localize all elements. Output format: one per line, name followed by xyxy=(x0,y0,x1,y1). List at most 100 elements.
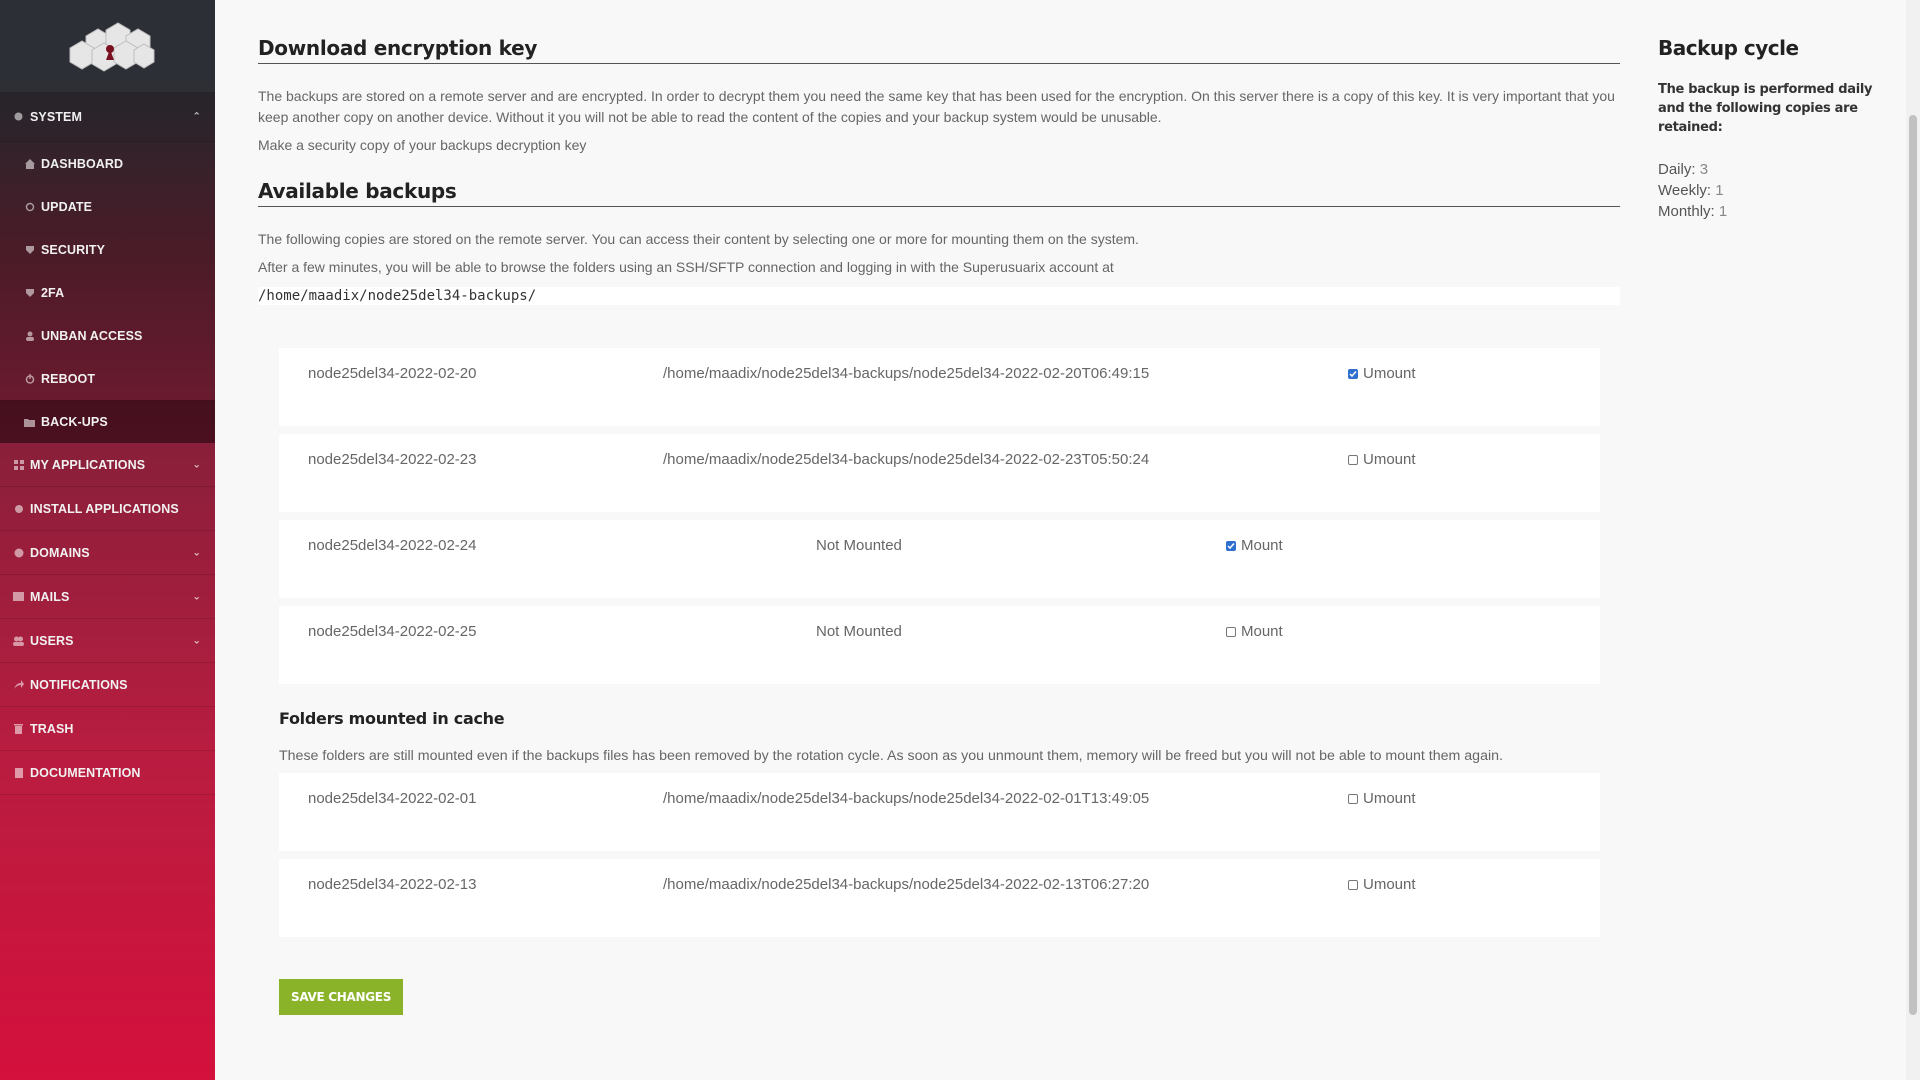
sidebar-item-label: REBOOT xyxy=(41,371,96,386)
book-icon xyxy=(13,767,24,778)
chevron-down-icon: ⌄ xyxy=(192,459,201,470)
backup-name: node25del34-2022-02-25 xyxy=(308,623,477,640)
sidebar-item-reboot[interactable]: REBOOT xyxy=(0,357,215,400)
chevron-down-icon: ⌄ xyxy=(192,591,201,602)
monthly-value: 1 xyxy=(1718,203,1728,220)
backup-row: node25del34-2022-02-24 Not Mounted Mount xyxy=(279,520,1600,598)
sidebar-item-2fa[interactable]: 2FA xyxy=(0,271,215,314)
sidebar-item-label: DOCUMENTATION xyxy=(30,765,141,780)
mount-checkbox[interactable]: Mount xyxy=(1226,537,1283,554)
backup-name: node25del34-2022-02-01 xyxy=(308,790,477,807)
sidebar-item-label: MY APPLICATIONS xyxy=(30,457,146,472)
checkbox-checked-icon xyxy=(1348,368,1358,379)
chevron-down-icon: ⌄ xyxy=(192,635,201,646)
sidebar-item-domains[interactable]: DOMAINS ⌄ xyxy=(0,531,215,575)
sidebar-item-documentation[interactable]: DOCUMENTATION xyxy=(0,751,215,795)
umount-checkbox[interactable]: Umount xyxy=(1348,365,1416,382)
backup-mount-path: /home/maadix/node25del34-backups/node25d… xyxy=(663,451,1150,468)
sidebar-item-unban-access[interactable]: UNBAN ACCESS xyxy=(0,314,215,357)
gear-icon xyxy=(13,111,24,122)
sidebar-item-update[interactable]: UPDATE xyxy=(0,185,215,228)
main-content: Download encryption key The backups are … xyxy=(258,0,1620,1015)
sidebar-item-back-ups[interactable]: BACK-UPS xyxy=(0,400,215,443)
sidebar-item-notifications[interactable]: NOTIFICATIONS xyxy=(0,663,215,707)
share-icon xyxy=(13,679,24,690)
checkbox-label: Umount xyxy=(1363,451,1416,468)
daily-label: Daily: xyxy=(1658,161,1696,178)
logo[interactable] xyxy=(0,0,215,92)
checkbox-label: Mount xyxy=(1241,623,1283,640)
checkbox-empty-icon xyxy=(1348,793,1358,804)
envelope-icon xyxy=(13,591,24,602)
sidebar-item-label: UNBAN ACCESS xyxy=(41,328,143,343)
sidebar-item-my-applications[interactable]: MY APPLICATIONS ⌄ xyxy=(0,443,215,487)
mount-status: Not Mounted xyxy=(816,623,902,640)
checkbox-empty-icon xyxy=(1348,879,1358,890)
sidebar-item-dashboard[interactable]: DASHBOARD xyxy=(0,142,215,185)
checkbox-checked-icon xyxy=(1226,540,1236,551)
sidebar-item-label: UPDATE xyxy=(41,199,93,214)
sidebar-item-mails[interactable]: MAILS ⌄ xyxy=(0,575,215,619)
scrollbar-thumb[interactable] xyxy=(1909,115,1917,1015)
backup-mount-path: /home/maadix/node25del34-backups/node25d… xyxy=(663,365,1150,382)
sidebar-item-label: USERS xyxy=(30,633,74,648)
cache-folders-title: Folders mounted in cache xyxy=(279,709,505,728)
backup-name: node25del34-2022-02-24 xyxy=(308,537,477,554)
backups-description-line1: The following copies are stored on the r… xyxy=(258,231,1139,247)
sidebar-item-install-applications[interactable]: INSTALL APPLICATIONS xyxy=(0,487,215,531)
backup-cycle-panel: Backup cycle The backup is performed dai… xyxy=(1658,0,1888,222)
sidebar-item-system[interactable]: SYSTEM ⌃ xyxy=(0,92,215,142)
dashboard-icon xyxy=(24,158,35,169)
backup-name: node25del34-2022-02-23 xyxy=(308,451,477,468)
checkbox-empty-icon xyxy=(1348,454,1358,465)
umount-checkbox[interactable]: Umount xyxy=(1348,790,1416,807)
sidebar-item-label: BACK-UPS xyxy=(41,414,108,429)
monthly-stat: Monthly: 1 xyxy=(1658,201,1888,222)
sidebar-item-label: DOMAINS xyxy=(30,545,90,560)
backups-list: node25del34-2022-02-20 /home/maadix/node… xyxy=(279,348,1600,1015)
sidebar-item-label: MAILS xyxy=(30,589,70,604)
cache-row: node25del34-2022-02-01 /home/maadix/node… xyxy=(279,773,1600,851)
mount-checkbox[interactable]: Mount xyxy=(1226,623,1283,640)
user-icon xyxy=(24,330,35,341)
backup-row: node25del34-2022-02-20 /home/maadix/node… xyxy=(279,348,1600,426)
sidebar: SYSTEM ⌃ DASHBOARD UPDATE SECURITY 2FA U… xyxy=(0,0,215,1080)
sidebar-item-security[interactable]: SECURITY xyxy=(0,228,215,271)
sidebar-item-users[interactable]: USERS ⌄ xyxy=(0,619,215,663)
backup-name: node25del34-2022-02-13 xyxy=(308,876,477,893)
checkbox-label: Umount xyxy=(1363,790,1416,807)
mount-status: Not Mounted xyxy=(816,537,902,554)
cache-row: node25del34-2022-02-13 /home/maadix/node… xyxy=(279,859,1600,937)
sidebar-item-trash[interactable]: TRASH xyxy=(0,707,215,751)
shield-icon xyxy=(24,244,35,255)
refresh-icon xyxy=(24,201,35,212)
backups-description-line2: After a few minutes, you will be able to… xyxy=(258,259,1114,275)
save-changes-button[interactable]: SAVE CHANGES xyxy=(279,979,404,1015)
backup-cycle-title: Backup cycle xyxy=(1658,36,1799,60)
sidebar-item-label: TRASH xyxy=(30,721,74,736)
umount-checkbox[interactable]: Umount xyxy=(1348,451,1416,468)
umount-checkbox[interactable]: Umount xyxy=(1348,876,1416,893)
download-key-link[interactable]: Make a security copy of your backups dec… xyxy=(258,135,1620,156)
chevron-down-icon: ⌄ xyxy=(192,547,201,558)
checkbox-label: Mount xyxy=(1241,537,1283,554)
power-icon xyxy=(24,373,35,384)
cloud-logo-icon xyxy=(69,22,154,72)
sidebar-item-label: NOTIFICATIONS xyxy=(30,677,128,692)
vertical-scrollbar[interactable] xyxy=(1906,0,1920,1080)
checkbox-empty-icon xyxy=(1226,626,1236,637)
encryption-description: The backups are stored on a remote serve… xyxy=(258,88,1615,125)
backup-mount-path: /home/maadix/node25del34-backups/node25d… xyxy=(663,876,1150,893)
backup-cycle-description: The backup is performed daily and the fo… xyxy=(1658,82,1873,135)
encryption-key-title: Download encryption key xyxy=(258,36,1620,64)
folder-icon xyxy=(24,416,35,427)
sidebar-submenu-system: DASHBOARD UPDATE SECURITY 2FA UNBAN ACCE… xyxy=(0,142,215,443)
backup-row: node25del34-2022-02-25 Not Mounted Mount xyxy=(279,606,1600,684)
weekly-stat: Weekly: 1 xyxy=(1658,180,1888,201)
backup-name: node25del34-2022-02-20 xyxy=(308,365,477,382)
cache-description: These folders are still mounted even if … xyxy=(279,748,1503,764)
globe-icon xyxy=(13,547,24,558)
shield-icon xyxy=(24,287,35,298)
trash-icon xyxy=(13,723,24,734)
backups-path: /home/maadix/node25del34-backups/ xyxy=(258,287,1620,305)
